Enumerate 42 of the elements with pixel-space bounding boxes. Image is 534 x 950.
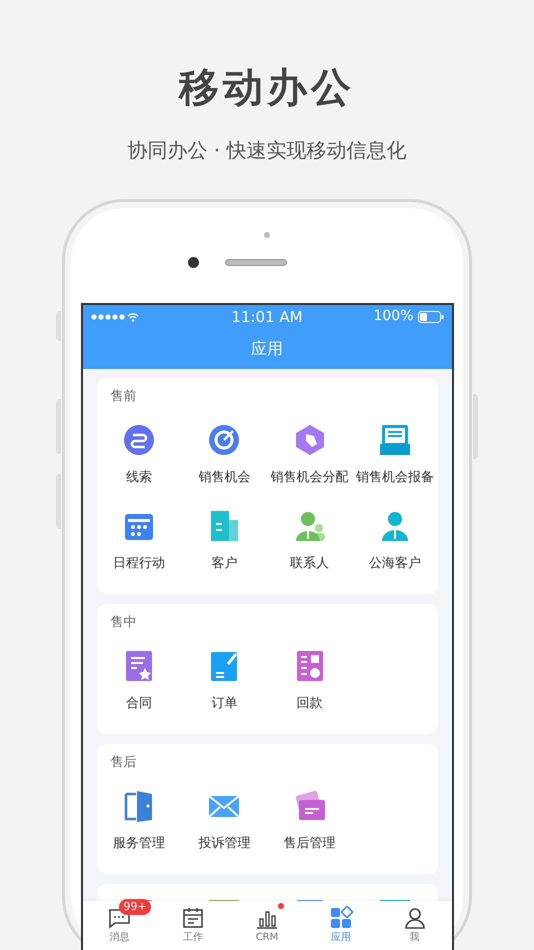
target-icon <box>208 424 240 456</box>
tab[interactable]: 工作 <box>156 901 230 950</box>
wifi-icon <box>126 312 138 322</box>
front-camera <box>188 257 198 268</box>
app-label[interactable]: 日程行动 <box>113 554 166 574</box>
tag-icon <box>294 424 326 456</box>
app-label[interactable]: 联系人 <box>290 554 330 574</box>
route-icon <box>123 424 156 456</box>
app-label[interactable]: 回款 <box>296 694 323 714</box>
app-label[interactable]: 销售机会分配 <box>270 468 349 488</box>
app-label[interactable]: 售后管理 <box>284 834 336 854</box>
user-icon <box>402 906 427 930</box>
app-label[interactable]: 服务管理 <box>113 834 166 854</box>
app-label[interactable]: 客户 <box>211 554 238 574</box>
calendar-icon <box>181 906 206 930</box>
speaker-grille <box>224 259 286 266</box>
battery-icon <box>418 310 444 323</box>
tab[interactable]: CRM <box>230 901 304 950</box>
apps-grid-icon <box>328 906 353 930</box>
section-title: 售前 <box>110 388 138 406</box>
app-label[interactable]: 线索 <box>126 468 152 488</box>
page-subtitle: 协同办公 · 快速实现移动信息化 <box>127 137 407 164</box>
tab[interactable]: 99+ 消息 <box>82 901 156 950</box>
building-icon <box>208 510 240 542</box>
tab[interactable]: 我 <box>378 901 452 950</box>
app-label[interactable]: 投诉管理 <box>198 834 250 854</box>
app-label[interactable]: 销售机会 <box>198 468 250 488</box>
app-label[interactable]: 订单 <box>211 694 238 714</box>
section-title: 售后 <box>110 754 138 772</box>
app-label[interactable]: 公海客户 <box>368 554 421 574</box>
section-title: 售中 <box>110 614 138 632</box>
contacts-icon <box>294 510 326 542</box>
inbox-icon <box>378 424 411 456</box>
status-time: 11:01 AM <box>231 306 303 328</box>
signal-icon <box>90 314 124 320</box>
app-label[interactable]: 销售机会报备 <box>356 468 434 488</box>
nav-title: 应用 <box>251 338 283 360</box>
battery-text: 100% <box>373 307 414 326</box>
app-label[interactable]: 合同 <box>126 694 152 714</box>
badge: 99+ <box>119 899 151 915</box>
page-title: 移动办公 <box>179 64 355 113</box>
cards-icon <box>294 790 326 822</box>
